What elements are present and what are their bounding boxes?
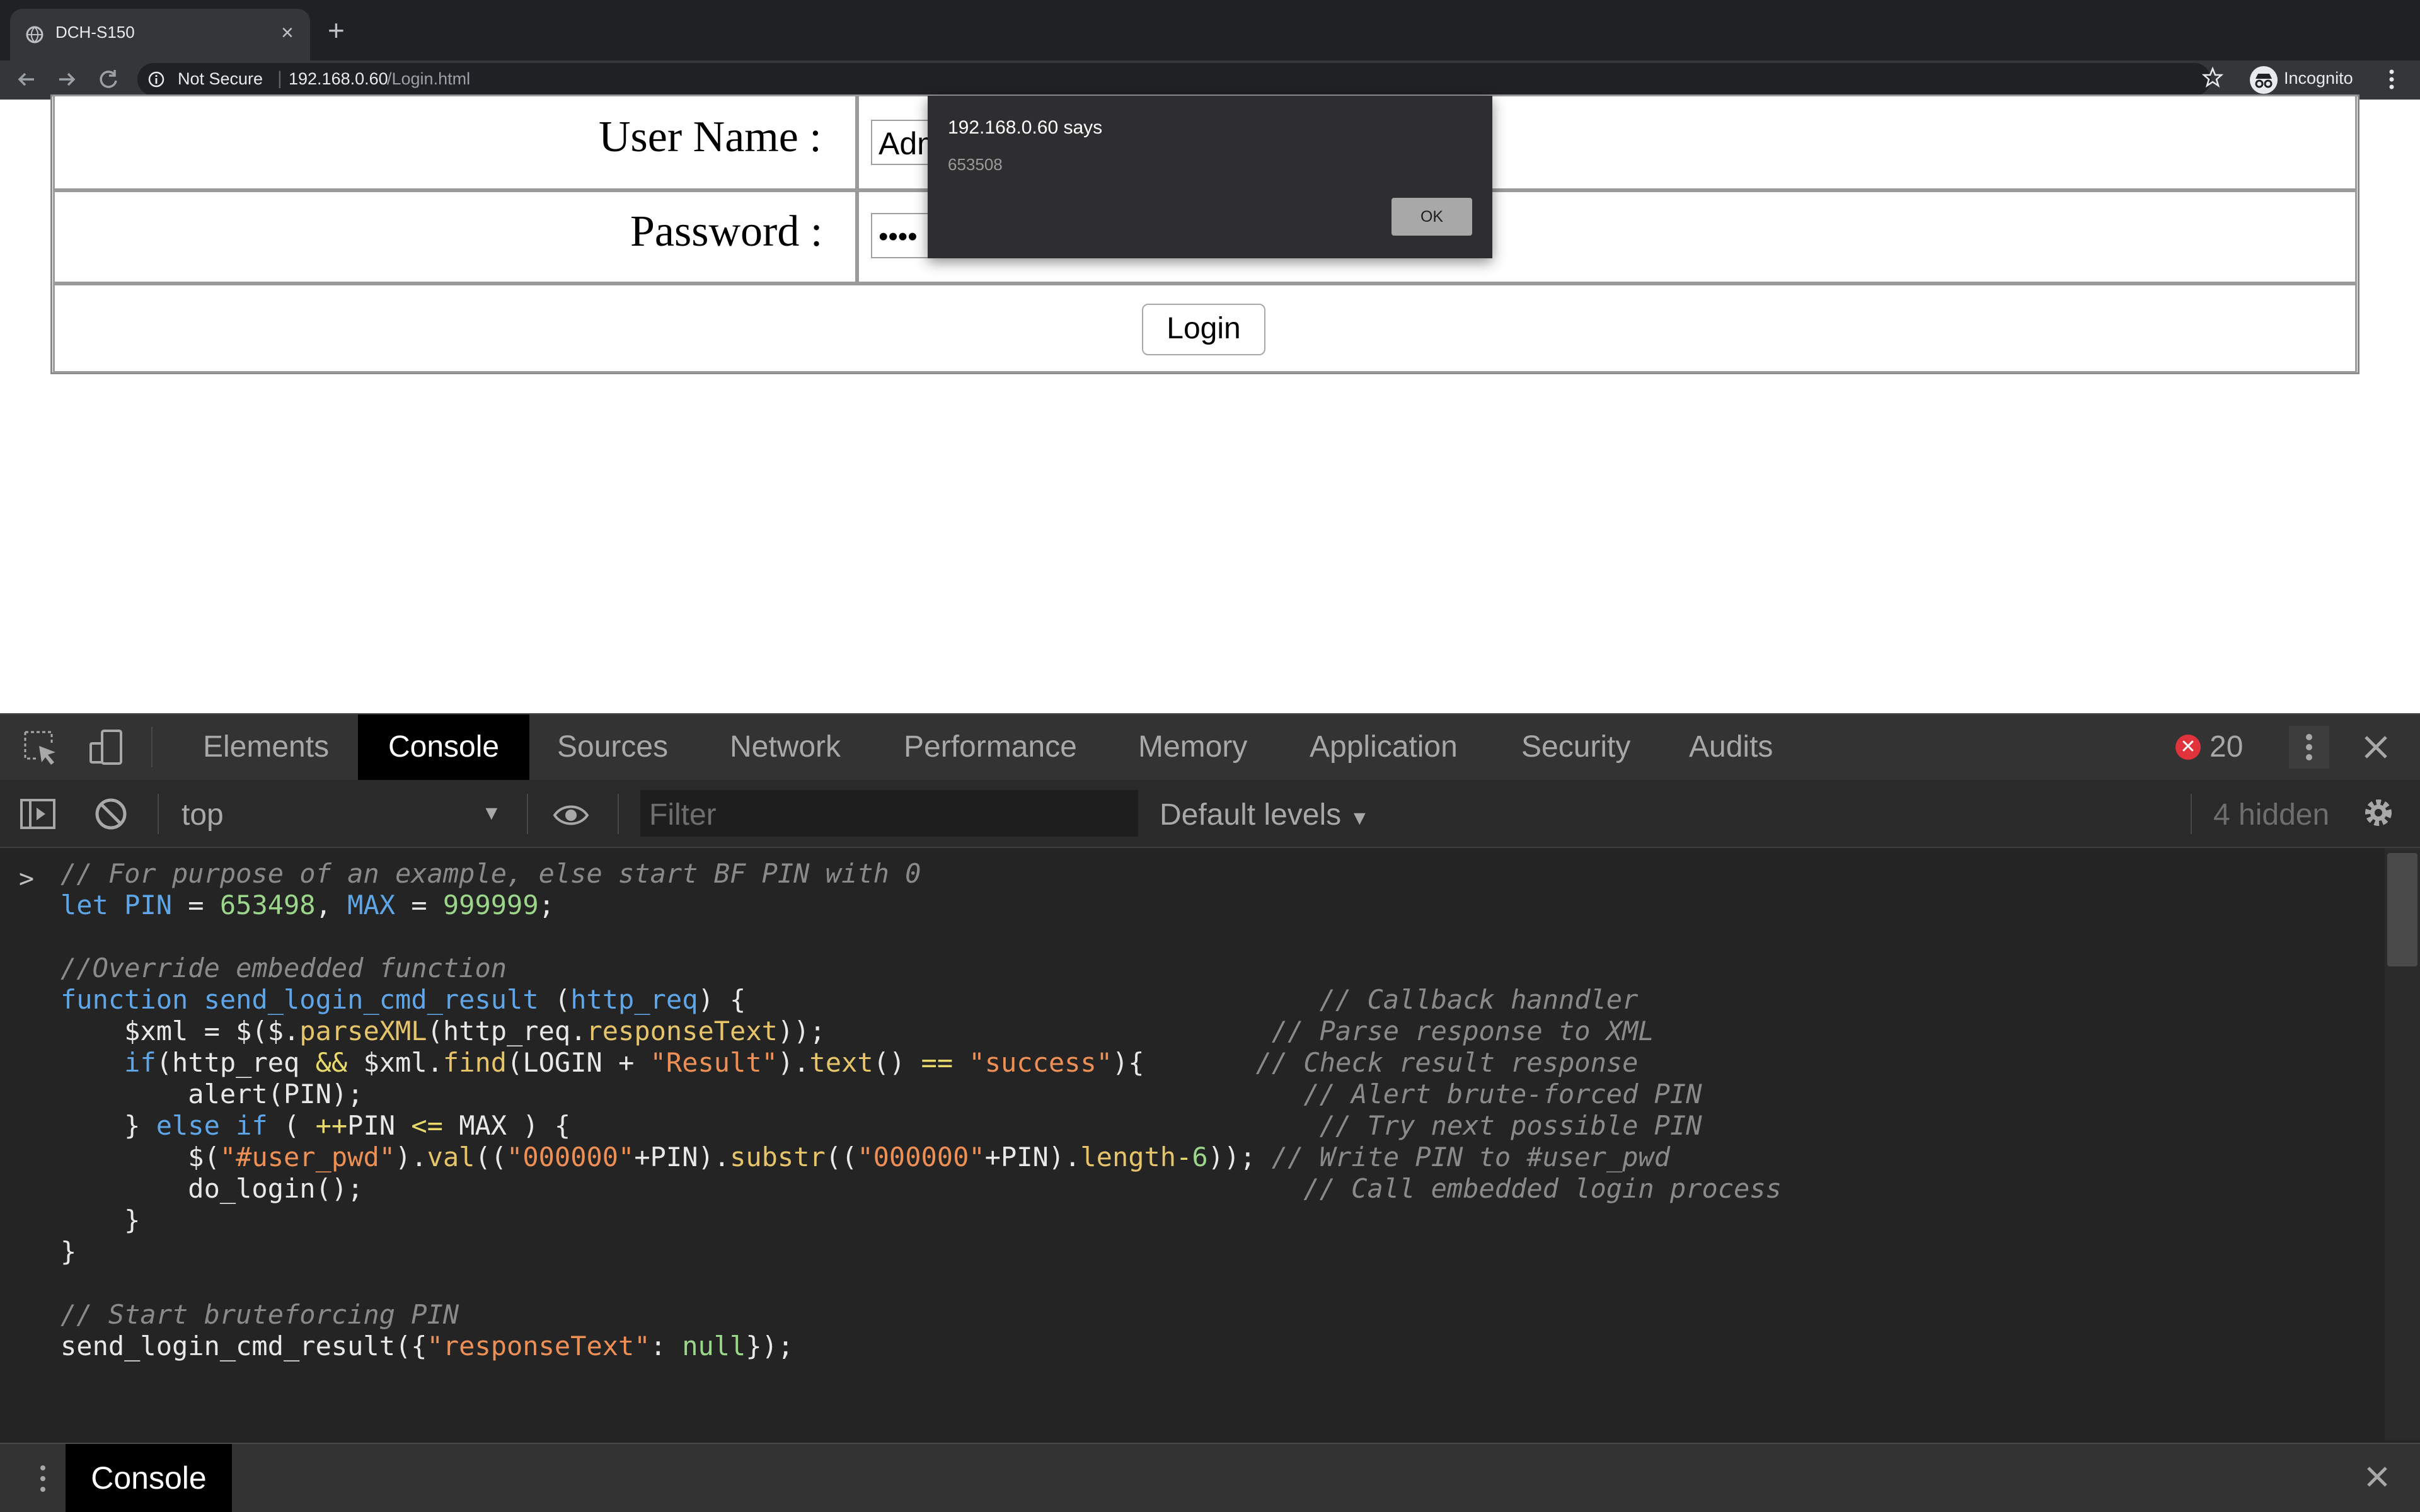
device-toggle-icon[interactable] bbox=[88, 728, 126, 766]
browser-toolbar: Not Secure | 192.168.0.60 /Login.html In… bbox=[0, 60, 2420, 100]
toolbar-divider bbox=[618, 794, 619, 834]
incognito-label[interactable]: Incognito bbox=[2284, 69, 2353, 88]
tab-audits[interactable]: Audits bbox=[1659, 714, 1803, 780]
incognito-icon[interactable] bbox=[2250, 66, 2278, 94]
console-code-input[interactable]: // For purpose of an example, else start… bbox=[60, 858, 1782, 1362]
drawer-menu-icon[interactable] bbox=[30, 1462, 55, 1496]
log-levels-label: Default levels bbox=[1160, 798, 1342, 832]
drawer-close-icon[interactable] bbox=[2363, 1463, 2391, 1491]
console-toolbar: top ▼ Filter Default levels ▼ 4 hidden bbox=[0, 780, 2420, 848]
eye-icon[interactable] bbox=[552, 796, 590, 834]
info-icon[interactable] bbox=[147, 71, 165, 88]
reload-icon[interactable] bbox=[96, 67, 121, 92]
chevron-down-icon[interactable]: ▼ bbox=[481, 801, 502, 825]
browser-menu-icon[interactable] bbox=[2382, 67, 2401, 92]
tab-sources[interactable]: Sources bbox=[527, 714, 698, 780]
globe-icon bbox=[26, 26, 43, 43]
console-output[interactable]: > // For purpose of an example, else sta… bbox=[0, 848, 2385, 1440]
tab-performance[interactable]: Performance bbox=[873, 714, 1107, 780]
dialog-message: 653508 bbox=[948, 155, 1003, 174]
dialog-ok-button[interactable]: OK bbox=[1392, 198, 1472, 236]
devtools-menu-icon[interactable] bbox=[2289, 726, 2329, 769]
new-tab-button[interactable]: + bbox=[328, 14, 345, 47]
browser-tab-strip: DCH-S150 × + bbox=[0, 0, 2420, 60]
address-separator: | bbox=[277, 68, 282, 89]
url-path: /Login.html bbox=[387, 69, 471, 88]
back-icon[interactable] bbox=[14, 67, 39, 92]
browser-tab[interactable]: DCH-S150 × bbox=[10, 9, 310, 60]
tab-close-icon[interactable]: × bbox=[281, 20, 294, 45]
caret-down-icon: ▼ bbox=[1349, 806, 1370, 829]
toolbar-divider bbox=[527, 794, 528, 834]
tab-title: DCH-S150 bbox=[55, 23, 135, 42]
login-button[interactable]: Login bbox=[1142, 304, 1265, 355]
dialog-title: 192.168.0.60 says bbox=[948, 117, 1103, 138]
filter-placeholder: Filter bbox=[649, 798, 717, 832]
devtools-tab-bar: Elements Console Sources Network Perform… bbox=[0, 713, 2420, 780]
address-bar[interactable]: Not Secure | 192.168.0.60 /Login.html bbox=[137, 63, 2211, 96]
error-icon[interactable]: ✕ bbox=[2175, 735, 2201, 760]
tab-elements[interactable]: Elements bbox=[173, 714, 359, 780]
inspect-element-icon[interactable] bbox=[23, 730, 60, 767]
toolbar-divider bbox=[2191, 794, 2192, 834]
toolbar-divider bbox=[158, 794, 159, 834]
console-prompt-icon: > bbox=[19, 864, 35, 893]
tab-application[interactable]: Application bbox=[1279, 714, 1488, 780]
tab-security[interactable]: Security bbox=[1491, 714, 1661, 780]
devtools-divider bbox=[151, 727, 153, 767]
error-count[interactable]: 20 bbox=[2210, 714, 2243, 780]
tab-console[interactable]: Console bbox=[358, 714, 530, 780]
context-selector[interactable]: top bbox=[182, 798, 224, 832]
devtools-close-icon[interactable] bbox=[2358, 730, 2394, 765]
alert-dialog: 192.168.0.60 says 653508 OK bbox=[928, 96, 1492, 258]
forward-icon[interactable] bbox=[54, 67, 79, 92]
username-label: User Name : bbox=[599, 113, 822, 161]
console-scrollbar-thumb[interactable] bbox=[2387, 853, 2417, 966]
clear-console-icon[interactable] bbox=[92, 795, 130, 833]
tab-memory[interactable]: Memory bbox=[1108, 714, 1277, 780]
security-label: Not Secure bbox=[178, 69, 263, 88]
url-host: 192.168.0.60 bbox=[289, 69, 388, 88]
sidebar-toggle-icon[interactable] bbox=[19, 795, 57, 833]
drawer-tab-console[interactable]: Console bbox=[66, 1444, 232, 1512]
tab-network[interactable]: Network bbox=[700, 714, 871, 780]
password-label: Password : bbox=[630, 207, 823, 256]
devtools-panel: Elements Console Sources Network Perform… bbox=[0, 713, 2420, 1512]
devtools-drawer: Console bbox=[0, 1443, 2420, 1512]
bookmark-star-icon[interactable] bbox=[2202, 67, 2223, 88]
log-levels-dropdown[interactable]: Default levels ▼ bbox=[1160, 798, 1369, 832]
console-filter-input[interactable]: Filter bbox=[640, 790, 1138, 837]
hidden-messages-count: 4 hidden bbox=[2213, 798, 2330, 832]
gear-icon[interactable] bbox=[2360, 794, 2397, 832]
